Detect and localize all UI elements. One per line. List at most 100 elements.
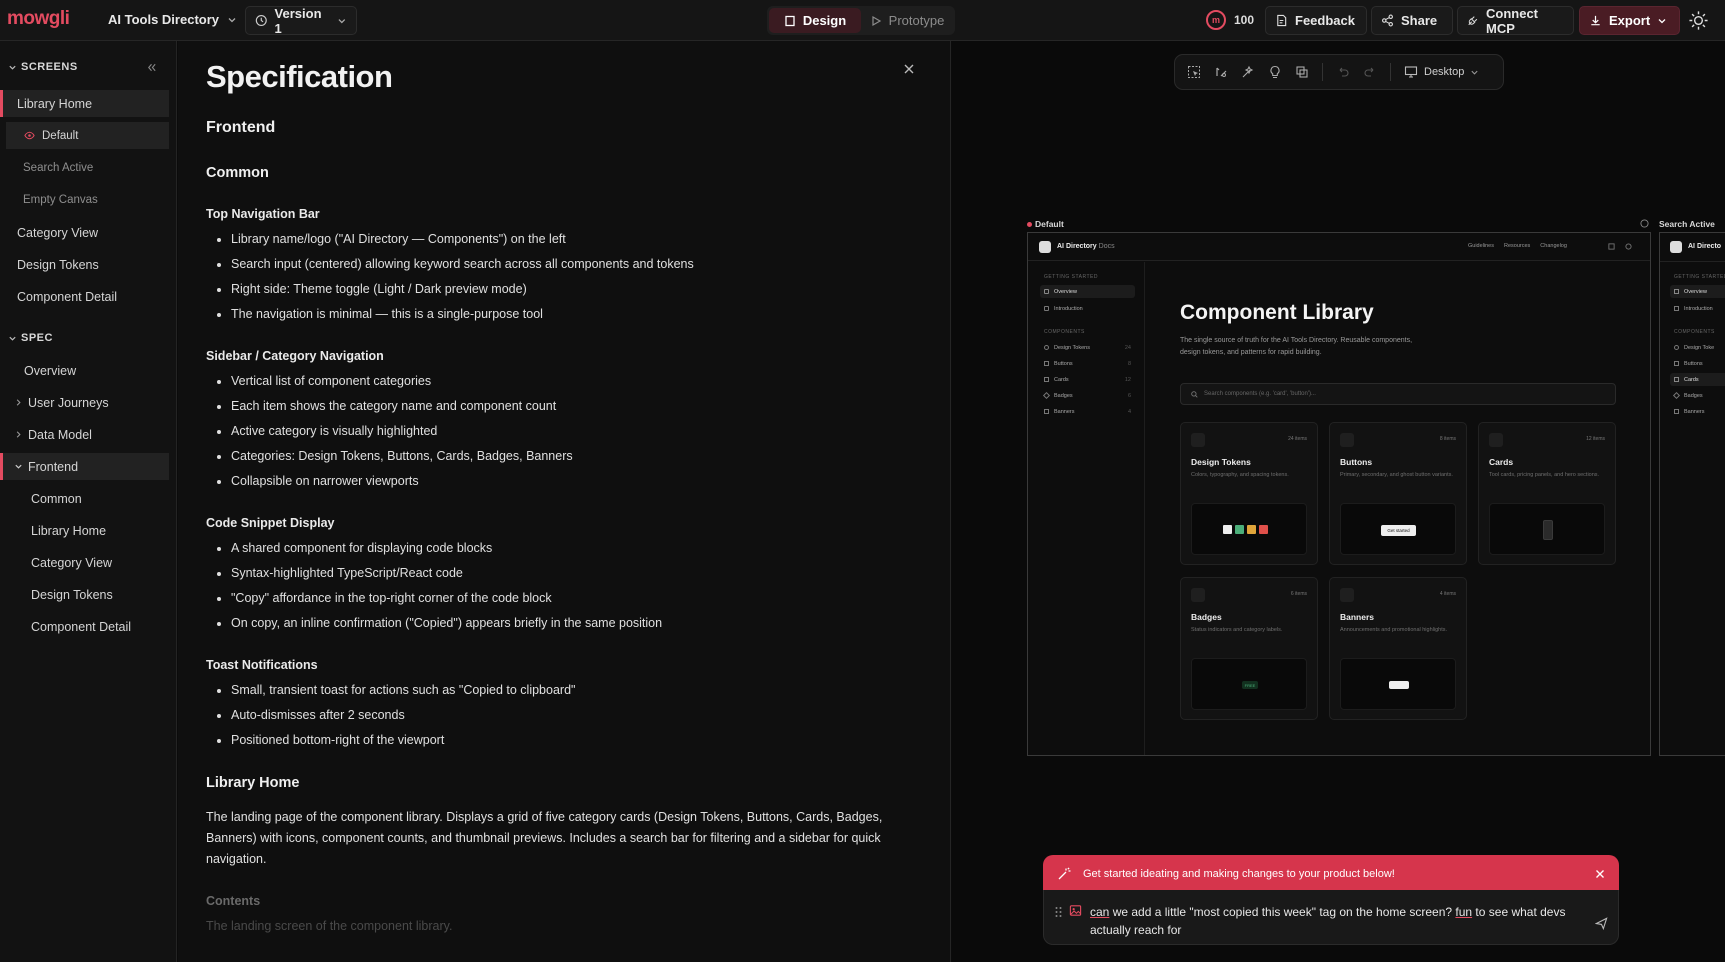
preview-sidebar-item[interactable]: Banners 4 bbox=[1040, 405, 1135, 418]
card-count: 12 items bbox=[1586, 436, 1605, 442]
screen-component-detail[interactable]: Component Detail bbox=[0, 283, 169, 310]
export-label: Export bbox=[1609, 13, 1651, 28]
canvas-toolbar: Desktop bbox=[1174, 54, 1504, 90]
image-attach-icon[interactable] bbox=[1069, 904, 1082, 917]
moon-icon[interactable] bbox=[1625, 243, 1632, 250]
section-list: Vertical list of component categories Ea… bbox=[231, 372, 573, 497]
redo-icon[interactable] bbox=[1363, 65, 1377, 79]
screen-state-search-active[interactable]: Search Active bbox=[0, 154, 169, 181]
preview-sidebar-item[interactable]: Banners bbox=[1670, 405, 1725, 418]
magic-wand-icon[interactable] bbox=[1241, 65, 1255, 79]
screens-section-header[interactable]: SCREENS bbox=[8, 61, 78, 73]
select-tool-icon[interactable] bbox=[1187, 65, 1201, 79]
chevron-down-icon bbox=[1658, 18, 1666, 23]
frontend-design-tokens[interactable]: Design Tokens bbox=[0, 581, 169, 608]
card-count: 6 items bbox=[1290, 591, 1307, 597]
device-selector[interactable]: Desktop bbox=[1404, 65, 1479, 79]
preview-sidebar-item[interactable]: Overview bbox=[1670, 285, 1725, 298]
preview-sidebar-item[interactable]: Badges bbox=[1670, 389, 1725, 402]
category-card-banners[interactable]: 4 items Banners Announcements and promot… bbox=[1329, 577, 1467, 720]
feedback-button[interactable]: Feedback bbox=[1265, 6, 1367, 35]
frontend-common[interactable]: Common bbox=[0, 485, 169, 512]
lightbulb-icon[interactable] bbox=[1268, 65, 1282, 79]
spec-overview[interactable]: Overview bbox=[0, 357, 169, 384]
screen-state-default[interactable]: Default bbox=[6, 122, 169, 149]
connect-mcp-button[interactable]: Connect MCP bbox=[1457, 6, 1574, 36]
credits-counter[interactable]: m 100 bbox=[1206, 10, 1254, 30]
preview-sidebar-item[interactable]: Cards 12 bbox=[1040, 373, 1135, 386]
search-placeholder: Search components (e.g. 'card', 'button'… bbox=[1204, 391, 1316, 397]
logo[interactable]: mowgli bbox=[7, 8, 70, 30]
category-card-design-tokens[interactable]: 24 items Design Tokens Colors, typograph… bbox=[1180, 422, 1318, 565]
swatch bbox=[1259, 525, 1268, 534]
frame-label-default[interactable]: Default bbox=[1027, 219, 1064, 229]
preview-sidebar-item[interactable]: Design Tokens 24 bbox=[1040, 341, 1135, 354]
card-description: Colors, typography, and spacing tokens. bbox=[1191, 472, 1289, 478]
screen-library-home[interactable]: Library Home bbox=[0, 90, 169, 117]
swatch bbox=[1235, 525, 1244, 534]
spec-section-header[interactable]: SPEC bbox=[8, 332, 53, 344]
close-icon[interactable] bbox=[1595, 869, 1605, 879]
share-button[interactable]: Share bbox=[1371, 6, 1453, 35]
bell-icon[interactable] bbox=[1608, 243, 1615, 250]
preview-frame-search-active[interactable]: AI Directo GETTING STARTED Overview Intr… bbox=[1659, 232, 1725, 756]
frontend-category-view[interactable]: Category View bbox=[0, 549, 169, 576]
project-name: AI Tools Directory bbox=[108, 12, 220, 27]
layers-icon[interactable] bbox=[1295, 65, 1309, 79]
frontend-library-home[interactable]: Library Home bbox=[0, 517, 169, 544]
collapse-sidebar-icon[interactable] bbox=[146, 62, 157, 73]
frame-info-icon[interactable] bbox=[1640, 219, 1649, 228]
design-tab[interactable]: Design bbox=[769, 8, 861, 33]
frame-label-search-active[interactable]: Search Active bbox=[1659, 219, 1715, 229]
prototype-tab[interactable]: Prototype bbox=[861, 8, 953, 33]
export-button[interactable]: Export bbox=[1579, 6, 1680, 35]
frontend-component-detail[interactable]: Component Detail bbox=[0, 613, 169, 640]
preview-sidebar-item[interactable]: Badges 6 bbox=[1040, 389, 1135, 402]
spec-frontend[interactable]: Frontend bbox=[0, 453, 169, 480]
project-selector[interactable]: AI Tools Directory bbox=[108, 12, 237, 27]
category-card-buttons[interactable]: 8 items Buttons Primary, secondary, and … bbox=[1329, 422, 1467, 565]
chat-input[interactable]: can we add a little "most copied this we… bbox=[1043, 890, 1619, 945]
spec-data-model[interactable]: Data Model bbox=[0, 421, 169, 448]
chat-message-text[interactable]: can we add a little "most copied this we… bbox=[1090, 903, 1580, 939]
drag-handle-icon[interactable] bbox=[1055, 906, 1062, 918]
screen-label: Search Active bbox=[23, 161, 94, 174]
preview-sidebar-item[interactable]: Introduction bbox=[1040, 302, 1135, 315]
screen-label: Component Detail bbox=[17, 289, 118, 304]
preview-frame-default[interactable]: AI Directory Docs Guidelines Resources C… bbox=[1027, 232, 1651, 756]
screen-design-tokens[interactable]: Design Tokens bbox=[0, 251, 169, 278]
preview-sidebar-item[interactable]: Cards bbox=[1670, 373, 1725, 386]
section-list: A shared component for displaying code b… bbox=[231, 539, 662, 639]
undo-icon[interactable] bbox=[1336, 65, 1350, 79]
category-card-badges[interactable]: 6 items Badges Status indicators and cat… bbox=[1180, 577, 1318, 720]
preview-sidebar-item[interactable]: Buttons bbox=[1670, 357, 1725, 370]
section-heading: Code Snippet Display bbox=[206, 516, 335, 530]
edit-tool-icon[interactable] bbox=[1214, 65, 1228, 79]
design-canvas[interactable]: Desktop Default Search Active AI Directo… bbox=[952, 41, 1725, 962]
spec-user-journeys[interactable]: User Journeys bbox=[0, 389, 169, 416]
preview-sidebar-item[interactable]: Design Toke bbox=[1670, 341, 1725, 354]
frame-dot bbox=[1027, 221, 1032, 227]
list-item: Positioned bottom-right of the viewport bbox=[231, 731, 575, 756]
preview-search-input[interactable]: Search components (e.g. 'card', 'button'… bbox=[1180, 383, 1616, 405]
screen-state-empty-canvas[interactable]: Empty Canvas bbox=[0, 186, 169, 213]
version-selector[interactable]: Version 1 bbox=[245, 6, 357, 36]
theme-toggle-icon[interactable] bbox=[1688, 10, 1709, 31]
nav-link[interactable]: Resources bbox=[1504, 243, 1530, 249]
preview-sidebar-item[interactable]: Overview bbox=[1040, 285, 1135, 298]
card-preview bbox=[1489, 503, 1605, 555]
close-icon[interactable] bbox=[903, 63, 915, 75]
category-card-cards[interactable]: 12 items Cards Tool cards, pricing panel… bbox=[1478, 422, 1616, 565]
list-item: On copy, an inline confirmation ("Copied… bbox=[231, 614, 662, 639]
preview-sidebar-item[interactable]: Introduction bbox=[1670, 302, 1725, 315]
megaphone-icon bbox=[1674, 409, 1679, 414]
screen-category-view[interactable]: Category View bbox=[0, 219, 169, 246]
preview-brand: AI Directo bbox=[1688, 243, 1722, 250]
nav-link[interactable]: Changelog bbox=[1540, 243, 1567, 249]
preview-sidebar-item[interactable]: Buttons 8 bbox=[1040, 357, 1135, 370]
monitor-icon bbox=[1404, 66, 1418, 78]
brand-sub: Docs bbox=[1098, 243, 1115, 250]
send-icon[interactable] bbox=[1595, 917, 1608, 930]
card-title: Banners bbox=[1340, 612, 1375, 622]
nav-link[interactable]: Guidelines bbox=[1468, 243, 1494, 249]
